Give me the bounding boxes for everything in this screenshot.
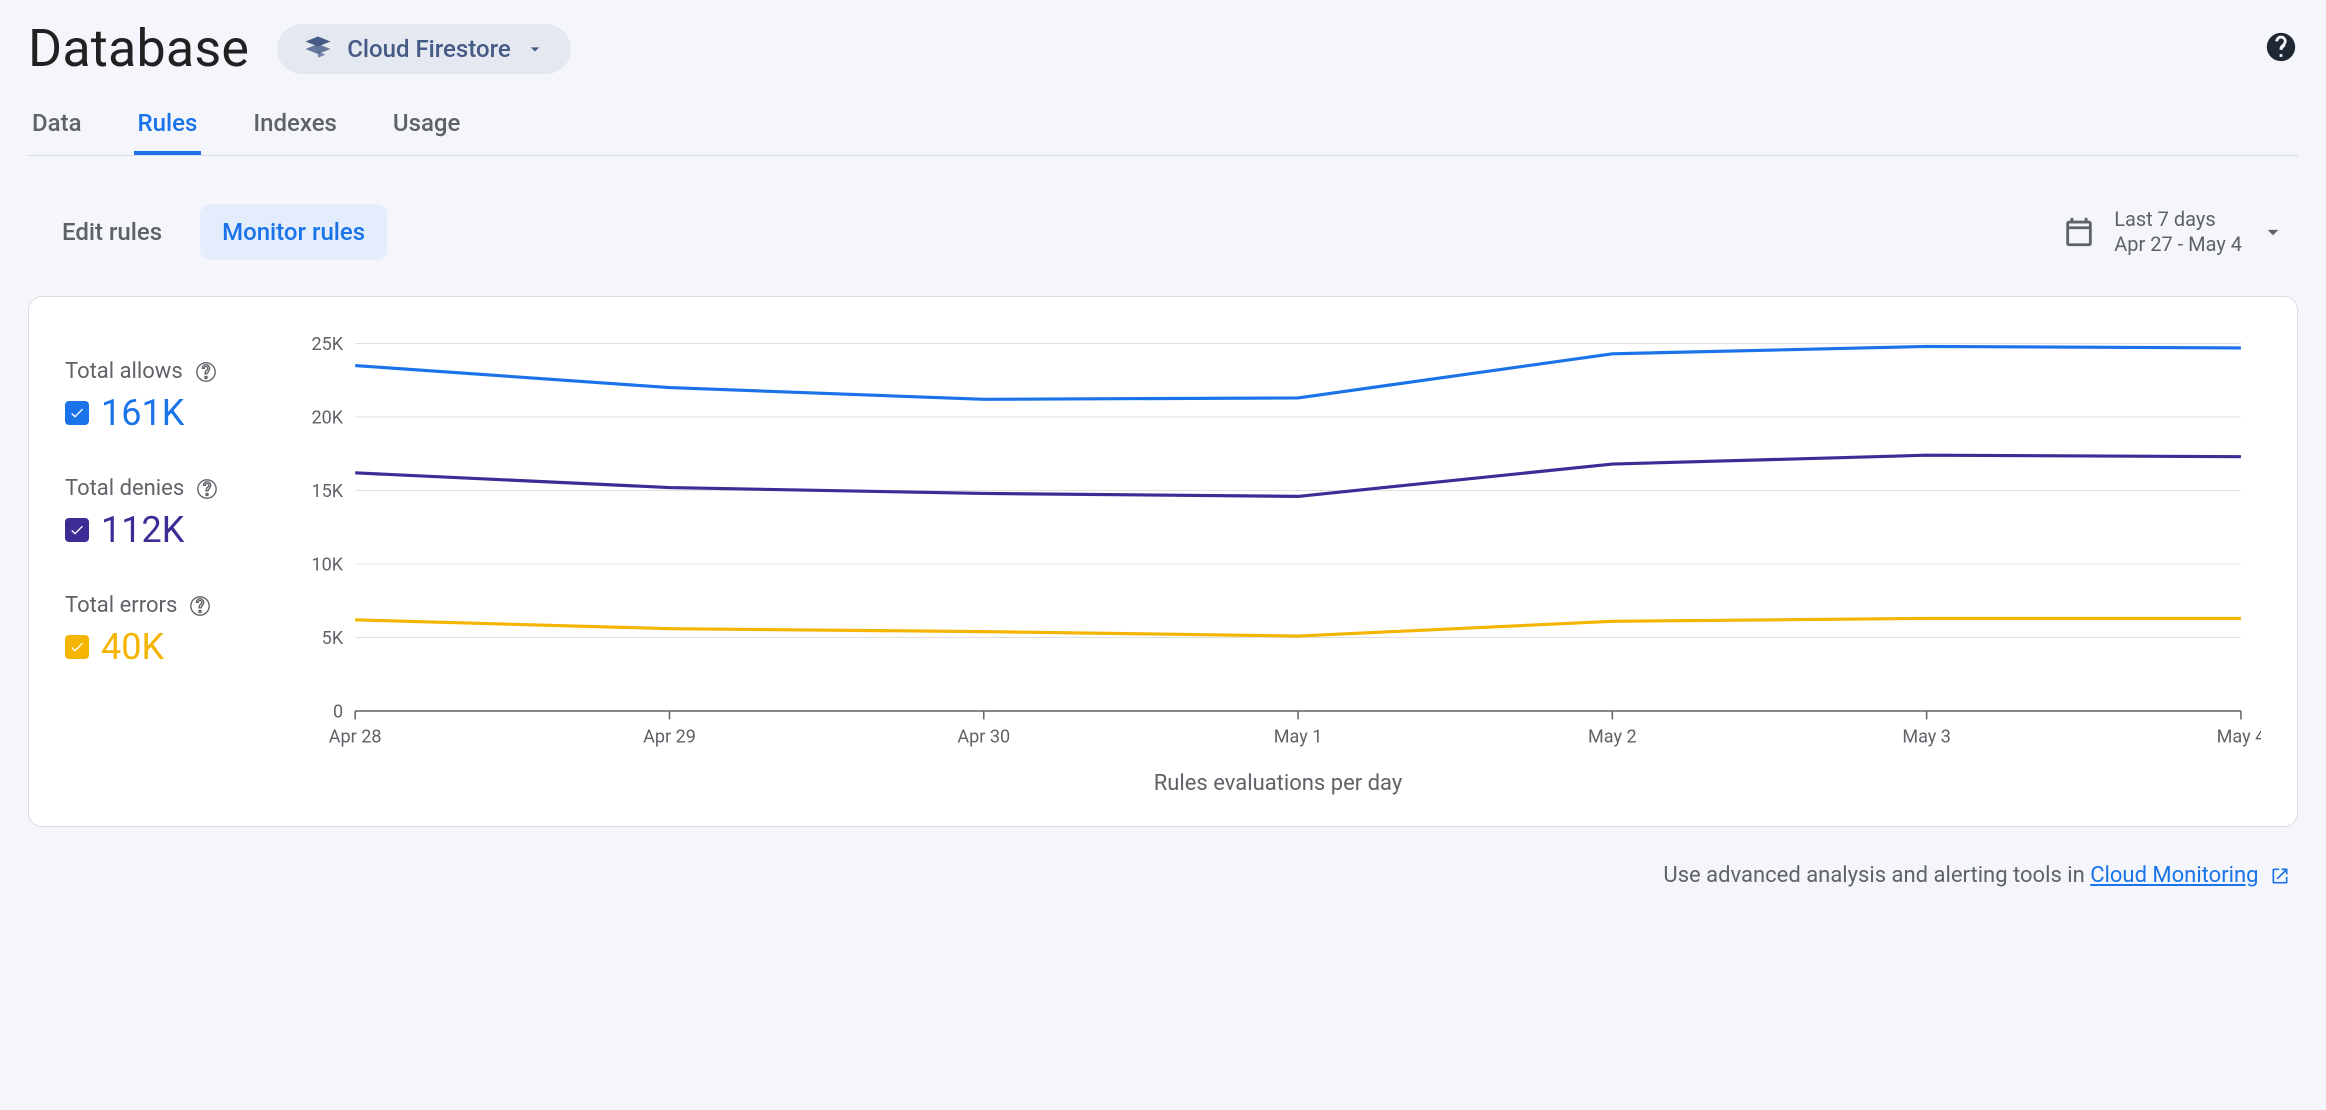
help-icon[interactable] bbox=[195, 361, 217, 383]
legend-label-errors: Total errors bbox=[65, 593, 177, 618]
svg-text:May 3: May 3 bbox=[1902, 725, 1951, 747]
footer-text: Use advanced analysis and alerting tools… bbox=[1663, 863, 2090, 888]
svg-text:10K: 10K bbox=[312, 553, 344, 575]
legend-label-denies: Total denies bbox=[65, 476, 184, 501]
svg-text:0: 0 bbox=[333, 700, 343, 722]
firestore-icon bbox=[303, 34, 333, 64]
svg-text:Apr 28: Apr 28 bbox=[329, 725, 382, 747]
help-icon[interactable] bbox=[196, 478, 218, 500]
subtab-monitor-rules[interactable]: Monitor rules bbox=[200, 204, 387, 260]
help-icon[interactable] bbox=[2264, 30, 2298, 68]
cloud-monitoring-link[interactable]: Cloud Monitoring bbox=[2090, 863, 2258, 888]
svg-text:May 4: May 4 bbox=[2217, 725, 2261, 747]
database-selector-label: Cloud Firestore bbox=[347, 35, 511, 63]
date-range-picker[interactable]: Last 7 days Apr 27 - May 4 bbox=[2062, 207, 2286, 257]
svg-text:15K: 15K bbox=[312, 479, 344, 501]
chart-caption: Rules evaluations per day bbox=[295, 771, 2261, 796]
legend-checkbox-errors[interactable] bbox=[65, 635, 89, 659]
chart-legend: Total allows 161K Total denies bbox=[65, 333, 285, 796]
help-icon[interactable] bbox=[189, 595, 211, 617]
svg-text:5K: 5K bbox=[322, 626, 344, 648]
svg-text:Apr 29: Apr 29 bbox=[643, 725, 696, 747]
page-title: Database bbox=[28, 18, 249, 79]
date-range-label: Last 7 days bbox=[2114, 207, 2242, 232]
database-selector[interactable]: Cloud Firestore bbox=[277, 24, 571, 74]
legend-item-allows: Total allows 161K bbox=[65, 359, 285, 434]
main-tabs: Data Rules Indexes Usage bbox=[28, 109, 2298, 156]
svg-text:May 2: May 2 bbox=[1588, 725, 1637, 747]
svg-text:May 1: May 1 bbox=[1274, 725, 1323, 747]
legend-label-allows: Total allows bbox=[65, 359, 183, 384]
chart-card: Total allows 161K Total denies bbox=[28, 296, 2298, 827]
svg-text:Apr 30: Apr 30 bbox=[957, 725, 1010, 747]
rules-evaluations-chart: 0 5K 10K 15K 20K 25K Apr 28 Apr 29 Apr 30 May 1 Ma… bbox=[295, 333, 2261, 753]
svg-text:25K: 25K bbox=[312, 333, 344, 355]
tab-data[interactable]: Data bbox=[28, 109, 86, 155]
footer-hint: Use advanced analysis and alerting tools… bbox=[28, 863, 2298, 888]
date-range-dates: Apr 27 - May 4 bbox=[2114, 232, 2242, 257]
external-link-icon bbox=[2270, 866, 2290, 886]
tab-rules[interactable]: Rules bbox=[134, 109, 202, 155]
tab-indexes[interactable]: Indexes bbox=[249, 109, 341, 155]
calendar-icon bbox=[2062, 215, 2096, 249]
subtab-edit-rules[interactable]: Edit rules bbox=[40, 204, 184, 260]
legend-value-errors: 40K bbox=[101, 626, 164, 668]
svg-text:20K: 20K bbox=[312, 406, 344, 428]
rules-subtabs: Edit rules Monitor rules bbox=[40, 204, 387, 260]
legend-checkbox-denies[interactable] bbox=[65, 518, 89, 542]
legend-checkbox-allows[interactable] bbox=[65, 401, 89, 425]
legend-item-denies: Total denies 112K bbox=[65, 476, 285, 551]
chevron-down-icon bbox=[525, 39, 545, 59]
legend-item-errors: Total errors 40K bbox=[65, 593, 285, 668]
legend-value-denies: 112K bbox=[101, 509, 184, 551]
chevron-down-icon bbox=[2260, 219, 2286, 245]
legend-value-allows: 161K bbox=[101, 392, 184, 434]
tab-usage[interactable]: Usage bbox=[389, 109, 464, 155]
